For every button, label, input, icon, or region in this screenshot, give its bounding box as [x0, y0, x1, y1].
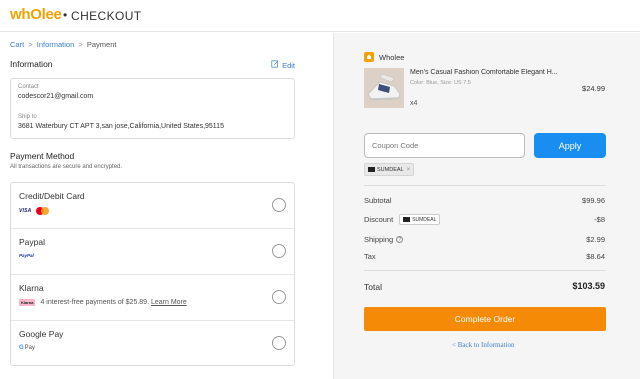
total-label: Total	[364, 282, 382, 292]
back-to-information-link[interactable]: < Back to Information	[452, 341, 514, 349]
ship-to-label: Ship to	[18, 114, 37, 120]
payment-secure-note: All transactions are secure and encrypte…	[10, 164, 123, 170]
paypal-icon: PayPal	[19, 253, 34, 258]
total-value: $103.59	[572, 281, 605, 291]
wholee-logo[interactable]: whOlee	[10, 6, 62, 23]
google-pay-icon: G Pay	[19, 345, 35, 351]
product-price: $24.99	[582, 84, 605, 93]
edit-information-button[interactable]: Edit	[271, 60, 295, 70]
radio-paypal[interactable]	[272, 244, 286, 258]
subtotal-label: Subtotal	[364, 196, 392, 205]
card-icons: VISA	[19, 207, 50, 215]
shipping-value: $2.99	[586, 235, 605, 244]
paypal-icons: PayPal	[19, 253, 34, 258]
klarna-info: Klarna 4 interest-free payments of $25.8…	[19, 299, 187, 306]
information-title: Information	[10, 59, 53, 69]
shipping-row: Shipping ?	[364, 235, 404, 244]
payment-option-paypal[interactable]: Paypal PayPal	[11, 229, 294, 275]
google-pay-text: Pay	[24, 345, 36, 351]
breadcrumb: Cart > Information > Payment	[10, 40, 116, 49]
tax-label: Tax	[364, 252, 376, 261]
radio-credit-card[interactable]	[272, 198, 286, 212]
payment-option-name: Klarna	[19, 283, 44, 293]
contact-label: Contact	[18, 84, 39, 90]
divider	[364, 270, 606, 271]
ship-to-value: 3681 Waterbury CT APT 3,san jose,Califor…	[18, 123, 224, 130]
payment-option-name: Paypal	[19, 237, 45, 247]
radio-klarna[interactable]	[272, 290, 286, 304]
klarna-learn-more-link[interactable]: Learn More	[151, 299, 187, 306]
remove-coupon-icon[interactable]: ×	[407, 167, 411, 173]
top-bar: whOlee • CHECKOUT	[0, 0, 640, 32]
breadcrumb-separator: >	[28, 40, 33, 49]
discount-row: Discount SUMDEAL	[364, 214, 441, 225]
breadcrumb-separator: >	[78, 40, 83, 49]
store-header: Wholee	[364, 52, 404, 62]
page-title: CHECKOUT	[71, 9, 142, 23]
product-name[interactable]: Men's Casual Fashion Comfortable Elegant…	[410, 69, 566, 76]
discount-code: SUMDEAL	[412, 216, 437, 223]
payment-option-name: Google Pay	[19, 329, 64, 339]
breadcrumb-cart[interactable]: Cart	[10, 40, 24, 49]
klarna-installments: 4 interest-free payments of $25.89.	[40, 299, 150, 306]
payment-method-title: Payment Method	[10, 151, 75, 161]
shipping-label: Shipping	[364, 235, 394, 244]
discount-label: Discount	[364, 215, 394, 224]
discount-code-tag: SUMDEAL	[399, 214, 441, 225]
google-pay-icons: G Pay	[19, 345, 35, 351]
tax-value: $8.64	[586, 252, 605, 261]
product-variant: Color: Blue, Size: US 7.5	[410, 80, 471, 86]
payment-methods-list: Credit/Debit Card VISA Paypal PayPal Kla…	[10, 182, 295, 366]
coupon-code-input[interactable]	[364, 133, 525, 158]
order-summary-panel: Wholee Men's Casual Fashion Comfortable …	[333, 33, 640, 379]
payment-option-google-pay[interactable]: Google Pay G Pay	[11, 321, 294, 367]
payment-option-credit-card[interactable]: Credit/Debit Card VISA	[11, 183, 294, 229]
shipping-help-icon[interactable]: ?	[396, 236, 404, 243]
payment-option-name: Credit/Debit Card	[19, 191, 85, 201]
product-quantity: x4	[410, 100, 418, 107]
breadcrumb-payment: Payment	[86, 40, 117, 49]
contact-value: codescor21@gmail.com	[18, 93, 94, 100]
edit-icon	[271, 60, 279, 70]
edit-label: Edit	[282, 60, 295, 70]
complete-order-button[interactable]: Complete Order	[364, 307, 606, 331]
applied-coupon-tag: SUMDEAL ×	[364, 163, 415, 176]
product-image[interactable]	[364, 68, 404, 108]
apply-coupon-button[interactable]: Apply	[534, 133, 606, 158]
radio-google-pay[interactable]	[272, 336, 286, 350]
divider	[364, 185, 606, 186]
mastercard-icon	[36, 207, 50, 215]
klarna-icon: Klarna	[19, 299, 36, 306]
coupon-tag-icon	[368, 167, 375, 172]
title-separator: •	[63, 8, 68, 22]
visa-icon: VISA	[19, 208, 32, 214]
information-box: Contact codescor21@gmail.com Ship to 368…	[10, 78, 295, 139]
checkout-form-panel: Cart > Information > Payment Information…	[0, 33, 333, 379]
store-logo-icon	[364, 52, 374, 62]
applied-coupon-code: SUMDEAL	[377, 166, 404, 173]
klarna-description: 4 interest-free payments of $25.89. Lear…	[40, 299, 186, 306]
subtotal-value: $99.96	[582, 196, 605, 205]
breadcrumb-information[interactable]: Information	[37, 40, 75, 49]
discount-tag-icon	[403, 217, 411, 222]
payment-option-klarna[interactable]: Klarna Klarna 4 interest-free payments o…	[11, 275, 294, 321]
store-name: Wholee	[379, 52, 405, 62]
google-g-letter: G	[19, 345, 24, 351]
discount-value: -$8	[594, 215, 605, 224]
